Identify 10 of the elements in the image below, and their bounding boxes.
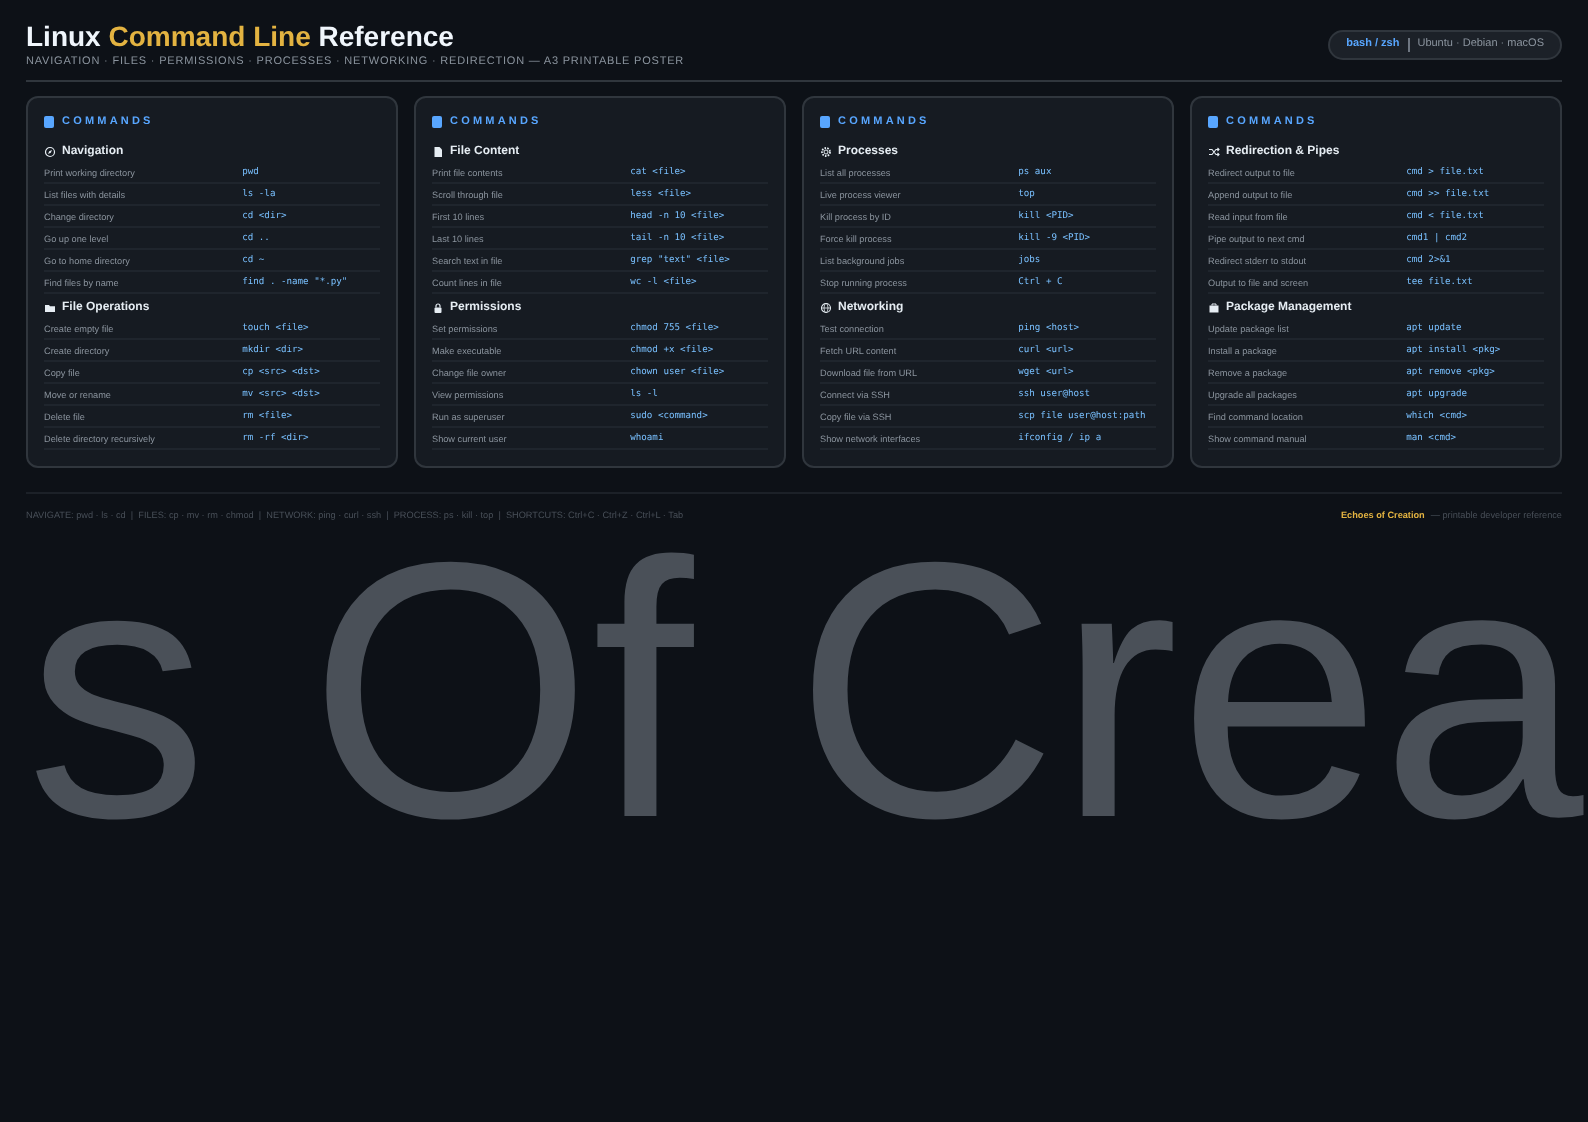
backdrop-text: s Of Crea [26, 520, 1584, 860]
document-icon [432, 145, 444, 157]
package-icon [1208, 301, 1220, 313]
gear-icon [820, 145, 832, 157]
poster-title: Linux Command Line Reference [26, 20, 456, 54]
globe-icon [820, 301, 832, 313]
compass-icon [44, 145, 56, 157]
folder-icon [44, 301, 56, 313]
lock-icon [432, 301, 444, 313]
shuffle-icon [1208, 145, 1220, 157]
